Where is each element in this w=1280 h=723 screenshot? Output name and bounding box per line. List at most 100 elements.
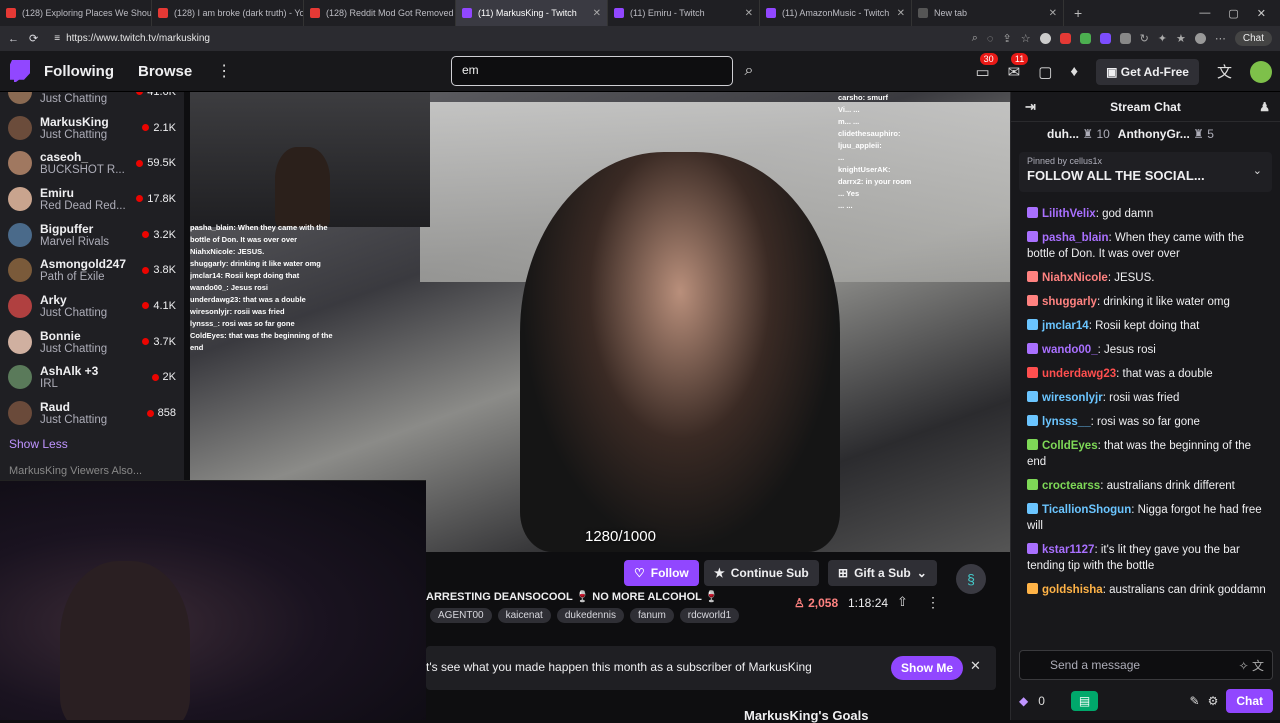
chat-username[interactable]: pasha_blain: [1042, 232, 1108, 244]
share-icon[interactable]: ⇧: [897, 594, 908, 610]
copilot-chat-button[interactable]: Chat: [1234, 31, 1272, 46]
whispers-icon[interactable]: ▢: [1038, 63, 1052, 81]
chat-username[interactable]: wando00_: [1042, 344, 1098, 356]
chat-badge-icon[interactable]: [1027, 367, 1038, 378]
stream-tag[interactable]: kaicenat: [497, 608, 551, 623]
chat-badge-icon[interactable]: [1027, 543, 1038, 554]
chat-badge-icon[interactable]: [1027, 583, 1038, 594]
reload-icon[interactable]: ⟳: [29, 32, 38, 45]
chat-badge-icon[interactable]: [1027, 415, 1038, 426]
chat-badge-icon[interactable]: [1027, 271, 1038, 282]
profile-ext-icon[interactable]: [1039, 33, 1051, 44]
chat-username[interactable]: croctearss: [1042, 480, 1100, 492]
chat-badge-icon[interactable]: [1027, 319, 1038, 330]
users-icon[interactable]: ♟: [1259, 100, 1270, 114]
user-avatar[interactable]: [1250, 60, 1272, 83]
chat-badge-icon[interactable]: [1027, 231, 1038, 242]
show-less-link[interactable]: Show Less: [0, 431, 184, 457]
settings-icon[interactable]: ⚙: [1208, 694, 1219, 708]
chat-badge-icon[interactable]: [1027, 343, 1038, 354]
browse-link[interactable]: Browse: [138, 63, 192, 80]
shield-ext-icon[interactable]: [1099, 33, 1111, 44]
pinned-message[interactable]: Pinned by cellus1x FOLLOW ALL THE SOCIAL…: [1019, 152, 1272, 192]
browser-tab[interactable]: (128) Exploring Places We Should...✕: [0, 0, 152, 26]
following-link[interactable]: Following: [44, 63, 114, 80]
chat-badge-icon[interactable]: [1027, 295, 1038, 306]
sidebar-channel[interactable]: Asmongold247 Path of Exile 3.8K: [0, 252, 184, 288]
collapse-chat-icon[interactable]: ⇥: [1025, 99, 1036, 115]
more-menu-icon[interactable]: ⋮: [216, 61, 232, 81]
twitch-logo-icon[interactable]: [10, 60, 30, 82]
sidebar-channel[interactable]: Emiru Red Dead Red... 17.8K: [0, 181, 184, 217]
follow-button[interactable]: ♡ Follow: [624, 560, 699, 586]
sidebar-channel[interactable]: AshAlk +3 IRL 2K: [0, 360, 184, 396]
gifter-entry[interactable]: duh... ♜ 10: [1047, 127, 1110, 141]
notifications-icon[interactable]: ▭ 30: [975, 52, 998, 81]
show-me-button[interactable]: Show Me: [891, 656, 964, 680]
chat-username[interactable]: LilithVelix: [1042, 208, 1096, 220]
chat-input[interactable]: Send a message ✧ 文: [1019, 650, 1273, 680]
chat-username[interactable]: ColldEyes: [1042, 440, 1098, 452]
stream-tag[interactable]: dukedennis: [556, 608, 624, 623]
chat-username[interactable]: underdawg23: [1042, 368, 1116, 380]
browser-tab[interactable]: (11) MarkusKing - Twitch ✕: [456, 0, 608, 26]
gifter-entry[interactable]: AnthonyGr... ♜ 5: [1118, 127, 1214, 141]
maximize-icon[interactable]: ▢: [1228, 7, 1238, 20]
refresh-ext-icon[interactable]: ↻: [1140, 32, 1149, 45]
browser-tab[interactable]: (11) Emiru - Twitch ✕: [608, 0, 760, 26]
chat-username[interactable]: wiresonlyjr: [1042, 392, 1103, 404]
sidebar-channel[interactable]: caseoh_ BUCKSHOT R... 59.5K: [0, 145, 184, 181]
back-icon[interactable]: ←: [8, 33, 19, 45]
chat-badge-icon[interactable]: [1027, 207, 1038, 218]
chevron-down-icon[interactable]: ⌄: [1253, 164, 1262, 177]
chat-feature-icon[interactable]: ▤: [1070, 691, 1099, 711]
inbox-icon[interactable]: ✉ 11: [1008, 52, 1029, 81]
chat-username[interactable]: shuggarly: [1042, 296, 1097, 308]
sidebar-channel[interactable]: Bigpuffer Marvel Rivals 3.2K: [0, 217, 184, 253]
browser-tab[interactable]: (128) Reddit Mod Got Removed a...✕: [304, 0, 456, 26]
gift-sub-button[interactable]: ⊞ Gift a Sub ⌄: [828, 560, 937, 586]
chat-badge-icon[interactable]: [1027, 439, 1038, 450]
emote-icon[interactable]: ✧ 文: [1239, 657, 1264, 674]
chat-badge-icon[interactable]: [1027, 503, 1038, 514]
browser-tab[interactable]: (11) AmazonMusic - Twitch ✕: [760, 0, 912, 26]
user-avatar-icon[interactable]: [1194, 33, 1206, 44]
chat-username[interactable]: goldshisha: [1042, 584, 1103, 596]
continue-sub-button[interactable]: ★ Continue Sub: [704, 560, 819, 586]
close-tab-icon[interactable]: ✕: [745, 8, 753, 19]
chat-send-button[interactable]: Chat: [1226, 689, 1273, 713]
close-icon[interactable]: ✕: [970, 658, 981, 674]
get-ad-free-button[interactable]: ▣ Get Ad-Free: [1096, 58, 1199, 85]
crown-icon[interactable]: ♦: [1070, 63, 1078, 80]
chat-badge-icon[interactable]: [1027, 479, 1038, 490]
menu-dots-icon[interactable]: ⋯: [1215, 32, 1226, 45]
stream-tag[interactable]: rdcworld1: [679, 608, 740, 623]
green-ext-icon[interactable]: [1079, 33, 1091, 44]
search-input[interactable]: em: [451, 56, 733, 86]
chat-username[interactable]: NiahxNicole: [1042, 272, 1108, 284]
favorites-icon[interactable]: ★: [1176, 32, 1186, 45]
minimize-icon[interactable]: —: [1199, 7, 1210, 20]
address-bar[interactable]: ≡ https://www.twitch.tv/markusking: [54, 33, 210, 44]
chat-username[interactable]: TicallionShogun: [1042, 504, 1131, 516]
sidebar-channel[interactable]: Arky Just Chatting 4.1K: [0, 288, 184, 324]
close-window-icon[interactable]: ✕: [1257, 7, 1266, 20]
browser-tab[interactable]: New tab ✕: [912, 0, 1064, 26]
extension-icon[interactable]: ✎: [1190, 694, 1200, 708]
close-tab-icon[interactable]: ✕: [1049, 8, 1057, 19]
browser-tab[interactable]: (128) I am broke (dark truth) - You...✕: [152, 0, 304, 26]
chat-badge-icon[interactable]: [1027, 391, 1038, 402]
more-options-icon[interactable]: ⋮: [926, 594, 940, 611]
site-info-icon[interactable]: ≡: [54, 33, 60, 44]
stream-badge-icon[interactable]: §: [956, 564, 986, 594]
chat-username[interactable]: kstar1127: [1042, 544, 1094, 556]
puzzle-icon[interactable]: ✦: [1158, 32, 1167, 45]
chat-username[interactable]: lynsss__: [1042, 416, 1091, 428]
stream-tag[interactable]: AGENT00: [430, 608, 492, 623]
close-tab-icon[interactable]: ✕: [593, 8, 601, 19]
grid-ext-icon[interactable]: [1119, 33, 1131, 44]
youtube-ext-icon[interactable]: [1059, 33, 1071, 44]
sidebar-channel[interactable]: Raud Just Chatting 858: [0, 395, 184, 431]
share-icon[interactable]: ⇪: [1002, 32, 1011, 45]
sidebar-channel[interactable]: Bonnie Just Chatting 3.7K: [0, 324, 184, 360]
